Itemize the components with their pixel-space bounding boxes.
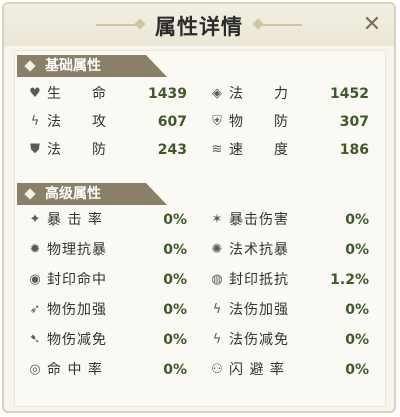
attribute-item: ✺ 法术抗暴 0% <box>209 239 377 261</box>
attribute-item: ✹ 物理抗暴 0% <box>27 239 195 261</box>
section-advanced-attributes: 高级属性 <box>17 183 167 205</box>
attribute-content: 基础属性 ♥ 生 命 1439 ◈ 法 力 1452 ϟ 法 攻 607 ⛨ 物 防 307 ⛊ 法 防 2… <box>14 50 386 407</box>
attribute-item: ϟ 法伤减免 0% <box>209 329 377 351</box>
attribute-label: 法 防 <box>47 142 107 158</box>
attribute-row: ϟ 法 攻 607 ⛨ 物 防 307 <box>15 111 385 133</box>
attribute-label: 物伤加强 <box>47 302 107 318</box>
attribute-value: 0% <box>163 242 187 258</box>
magic-crit-resist-icon: ✺ <box>211 242 223 257</box>
attribute-item: ◍ 封印抵抗 1.2% <box>209 269 377 291</box>
attribute-value: 0% <box>345 242 369 258</box>
attribute-value: 1439 <box>148 86 187 102</box>
attribute-value: 0% <box>345 332 369 348</box>
attribute-label: 物理抗暴 <box>47 242 107 258</box>
seal-resist-icon: ◍ <box>211 272 223 287</box>
dodge-rate-icon: ⚇ <box>211 362 223 377</box>
seal-hit-icon: ◉ <box>29 272 41 287</box>
attribute-label: 法 攻 <box>47 114 107 130</box>
attribute-label: 暴击伤害 <box>229 212 289 228</box>
attribute-row: ♥ 生 命 1439 ◈ 法 力 1452 <box>15 83 385 105</box>
section-gem-icon <box>24 60 36 72</box>
attribute-label: 封印抵抗 <box>229 272 289 288</box>
attribute-label: 封印命中 <box>47 272 107 288</box>
speed-icon: ≋ <box>211 142 223 157</box>
attribute-row: ➶ 物伤加强 0% ϟ 法伤加强 0% <box>15 299 385 321</box>
attribute-item: ⛨ 物 防 307 <box>209 111 377 133</box>
attribute-row: ⛊ 法 防 243 ≋ 速 度 186 <box>15 139 385 161</box>
physical-defense-icon: ⛨ <box>212 114 222 129</box>
attribute-item: ◉ 封印命中 0% <box>27 269 195 291</box>
attribute-value: 0% <box>345 302 369 318</box>
attribute-label: 命 中 率 <box>47 362 103 378</box>
attribute-value: 0% <box>163 212 187 228</box>
attribute-label: 法伤加强 <box>229 302 289 318</box>
physical-damage-boost-icon: ➶ <box>29 302 41 317</box>
attribute-label: 暴 击 率 <box>47 212 103 228</box>
attribute-label: 速 度 <box>229 142 289 158</box>
attribute-value: 1452 <box>330 86 369 102</box>
attribute-label: 法术抗暴 <box>229 242 289 258</box>
attribute-item: ≋ 速 度 186 <box>209 139 377 161</box>
attribute-value: 0% <box>163 302 187 318</box>
attribute-value: 0% <box>345 362 369 378</box>
physical-crit-resist-icon: ✹ <box>29 242 41 257</box>
title-bar: 属性详情 ✕ <box>4 4 394 46</box>
attribute-label: 闪 避 率 <box>229 362 285 378</box>
attribute-value: 0% <box>345 212 369 228</box>
attribute-value: 186 <box>339 142 369 158</box>
magic-damage-boost-icon: ϟ <box>212 302 222 317</box>
attribute-row: ◎ 命 中 率 0% ⚇ 闪 避 率 0% <box>15 359 385 381</box>
attribute-value: 307 <box>339 114 369 130</box>
critical-rate-icon: ✦ <box>29 212 41 227</box>
attribute-row: ✹ 物理抗暴 0% ✺ 法术抗暴 0% <box>15 239 385 261</box>
attribute-row: ✦ 暴 击 率 0% ✶ 暴击伤害 0% <box>15 209 385 231</box>
window-title: 属性详情 <box>155 15 243 39</box>
section-advanced-heading: 高级属性 <box>45 186 101 202</box>
attribute-item: ◈ 法 力 1452 <box>209 83 377 105</box>
attribute-label: 法 力 <box>229 86 289 102</box>
hit-rate-icon: ◎ <box>29 362 41 377</box>
magic-defense-icon: ⛊ <box>30 142 40 157</box>
attribute-value: 0% <box>163 362 187 378</box>
magic-damage-reduction-icon: ϟ <box>212 332 222 347</box>
attribute-label: 生 命 <box>47 86 107 102</box>
attribute-item: ➶ 物伤加强 0% <box>27 299 195 321</box>
attribute-value: 0% <box>163 332 187 348</box>
attribute-item: ⚇ 闪 避 率 0% <box>209 359 377 381</box>
section-basic-heading: 基础属性 <box>45 58 101 74</box>
attribute-item: ➷ 物伤减免 0% <box>27 329 195 351</box>
critical-damage-icon: ✶ <box>211 212 223 227</box>
attribute-item: ϟ 法伤加强 0% <box>209 299 377 321</box>
close-icon[interactable]: ✕ <box>360 13 384 37</box>
attribute-value: 0% <box>163 272 187 288</box>
attribute-value: 1.2% <box>330 272 369 288</box>
section-gem-icon <box>24 188 36 200</box>
attribute-value: 243 <box>157 142 187 158</box>
magic-attack-icon: ϟ <box>30 114 40 129</box>
attribute-details-panel: 属性详情 ✕ 基础属性 ♥ 生 命 1439 ◈ 法 力 1452 ϟ 法 攻 607 ⛨ 物 防 3… <box>2 2 396 413</box>
physical-damage-reduction-icon: ➷ <box>29 332 41 347</box>
attribute-item: ◎ 命 中 率 0% <box>27 359 195 381</box>
heart-icon: ♥ <box>29 86 41 101</box>
attribute-value: 607 <box>157 114 187 130</box>
attribute-label: 法伤减免 <box>229 332 289 348</box>
attribute-item: ✦ 暴 击 率 0% <box>27 209 195 231</box>
attribute-item: ⛊ 法 防 243 <box>27 139 195 161</box>
attribute-item: ♥ 生 命 1439 <box>27 83 195 105</box>
attribute-item: ϟ 法 攻 607 <box>27 111 195 133</box>
attribute-row: ◉ 封印命中 0% ◍ 封印抵抗 1.2% <box>15 269 385 291</box>
section-basic-attributes: 基础属性 <box>17 55 167 77</box>
title-ornament-right <box>260 24 302 26</box>
attribute-label: 物 防 <box>229 114 289 130</box>
attribute-item: ✶ 暴击伤害 0% <box>209 209 377 231</box>
attribute-row: ➷ 物伤减免 0% ϟ 法伤减免 0% <box>15 329 385 351</box>
magic-power-icon: ◈ <box>212 86 222 101</box>
attribute-label: 物伤减免 <box>47 332 107 348</box>
